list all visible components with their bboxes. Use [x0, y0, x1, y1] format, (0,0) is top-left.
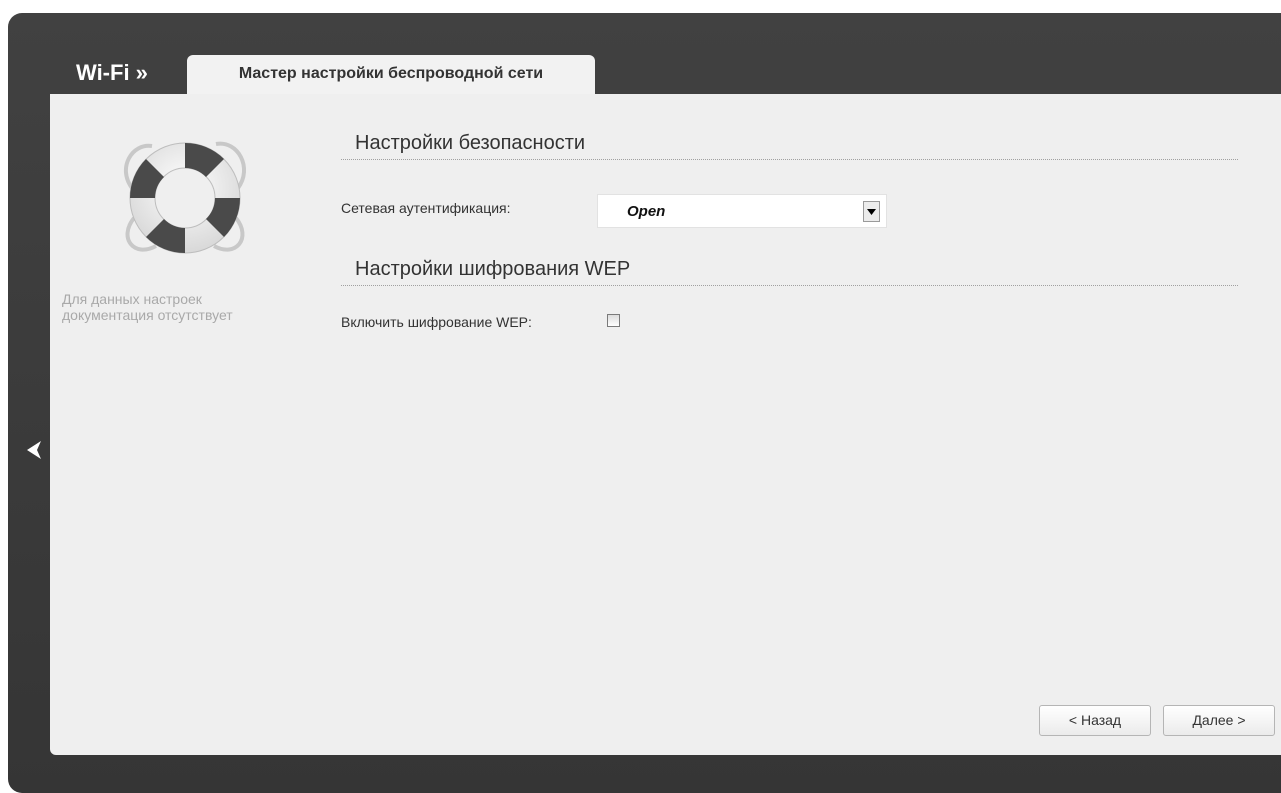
lifebuoy-icon — [124, 141, 246, 254]
dropdown-button[interactable] — [863, 201, 880, 222]
next-button[interactable]: Далее > — [1163, 705, 1275, 736]
tab-wireless-wizard[interactable]: Мастер настройки беспроводной сети — [187, 55, 595, 95]
no-documentation-text: Для данных настроек документация отсутст… — [62, 291, 233, 323]
network-auth-label: Сетевая аутентификация: — [341, 200, 511, 216]
back-button[interactable]: < Назад — [1039, 705, 1151, 736]
triangle-down-icon — [867, 208, 876, 215]
enable-wep-label: Включить шифрование WEP: — [341, 314, 532, 330]
security-settings-title: Настройки безопасности — [341, 132, 1238, 160]
network-auth-value: Open — [627, 203, 666, 220]
enable-wep-checkbox[interactable] — [607, 314, 620, 327]
breadcrumb[interactable]: Wi-Fi » — [76, 60, 148, 86]
network-auth-select[interactable]: Open — [597, 194, 887, 228]
wep-settings-title: Настройки шифрования WEP — [341, 258, 1238, 286]
chevron-left-icon[interactable] — [24, 438, 44, 462]
